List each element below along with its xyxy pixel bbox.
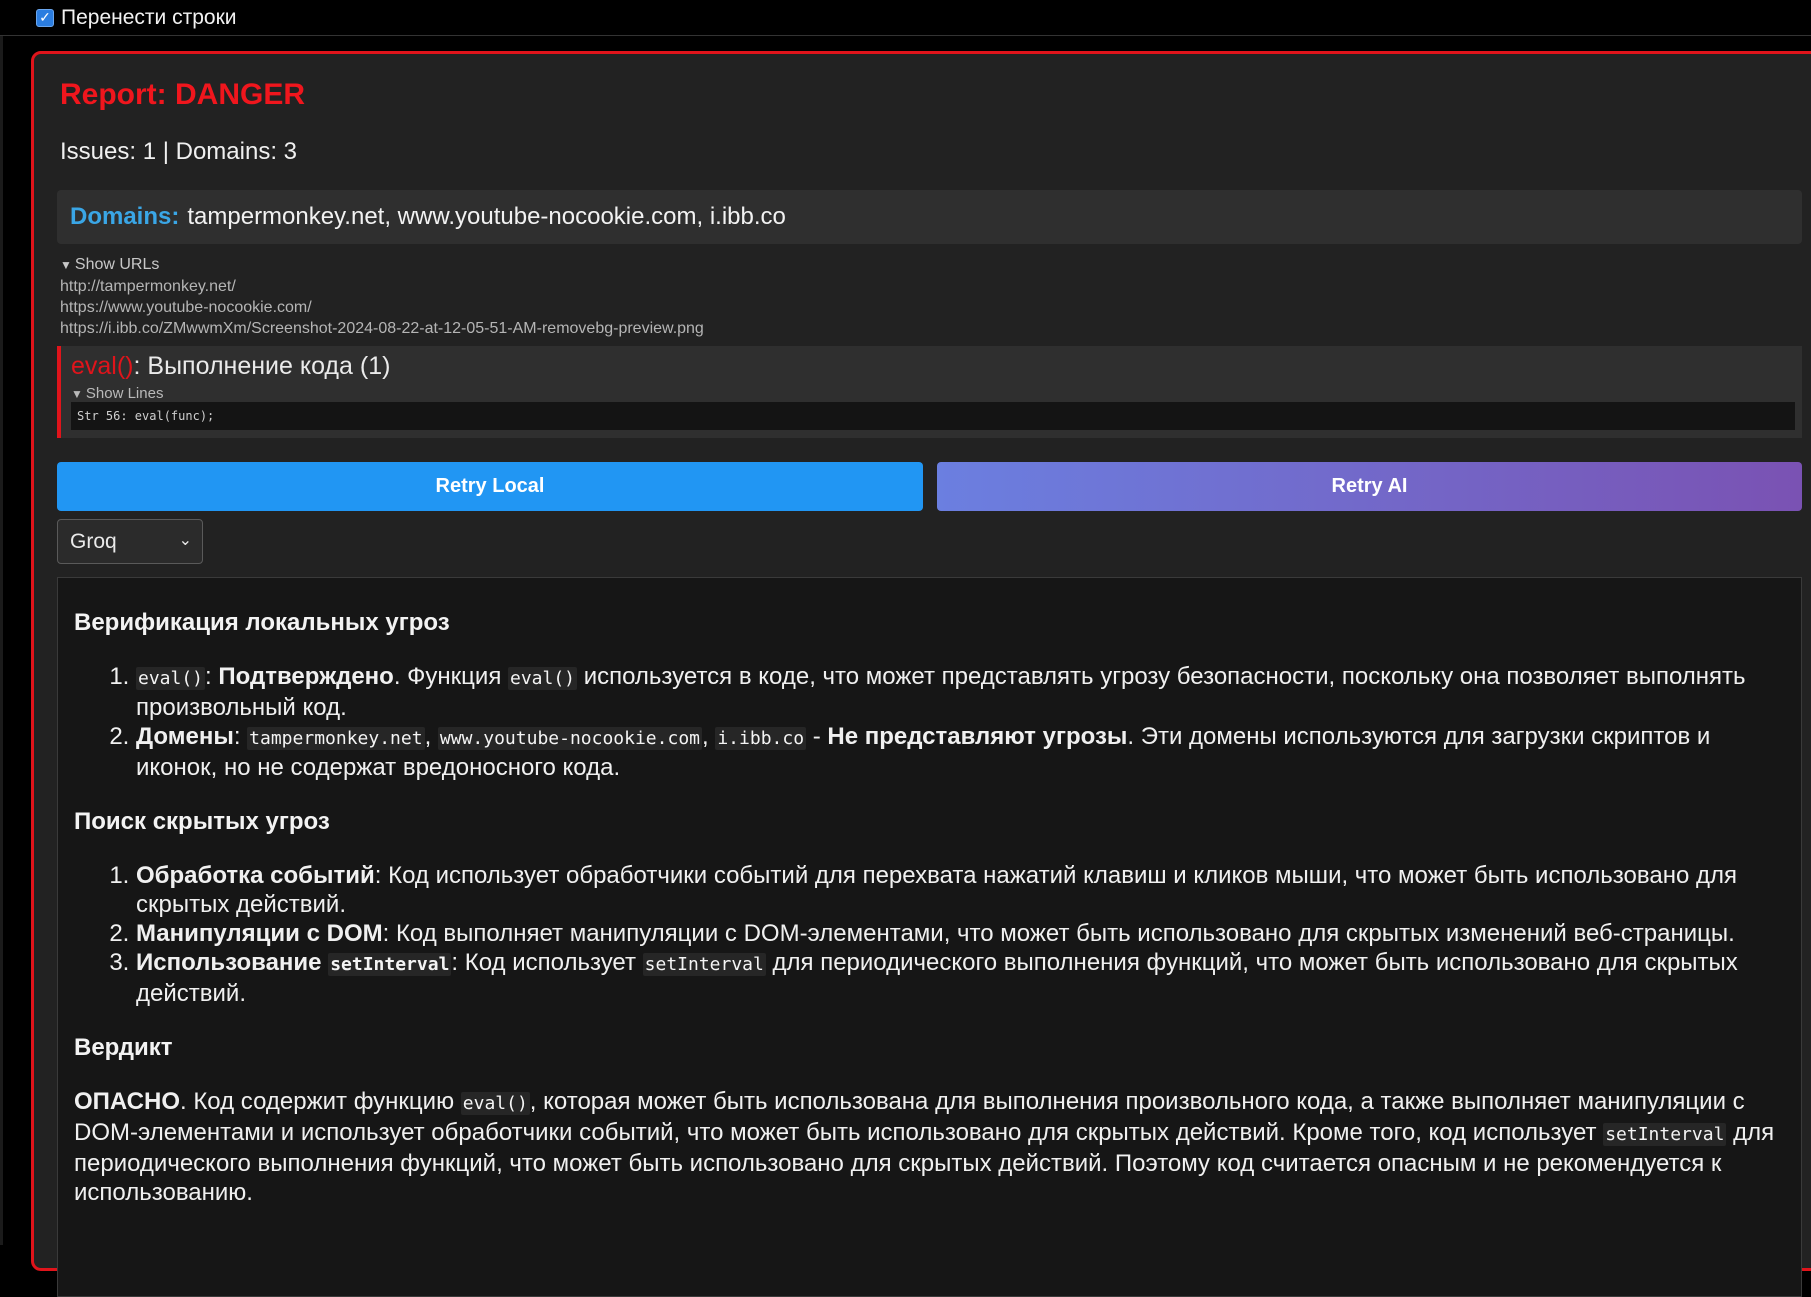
show-urls-toggle[interactable]: ▼ Show URLs [60,254,704,276]
hidden-threats-list: Обработка событий: Код использует обрабо… [136,861,1785,1008]
issue-heading: eval(): Выполнение кода (1) [71,352,390,381]
provider-selected: Groq [70,529,117,553]
domains-value: tampermonkey.net, www.youtube-nocookie.c… [187,203,786,230]
show-urls-label: Show URLs [74,256,160,273]
url-item: https://www.youtube-nocookie.com/ [60,299,312,316]
left-divider [0,36,3,1245]
show-lines-toggle[interactable]: ▼ Show Lines [71,385,163,402]
inline-code: eval() [136,667,206,690]
domains-label: Domains: [70,203,180,230]
triangle-down-icon: ▼ [60,258,72,272]
chevron-down-icon: ⌄ [178,532,192,549]
text: , [702,723,716,750]
inline-code: setInterval [1603,1123,1727,1146]
text: : [233,723,248,750]
wrap-lines-label[interactable]: Перенести строки [61,6,237,30]
bold-text: Подтверждено [218,663,394,690]
inline-code: eval() [460,1092,530,1115]
section-heading: Вердикт [74,1034,173,1061]
issue-title: : Выполнение кода (1) [133,352,391,380]
list-item: Использование setInterval: Код используе… [136,948,1765,1008]
bold-text: Домены [136,723,234,750]
report-panel: Report: DANGER Issues: 1 | Domains: 3 Do… [31,51,1811,1297]
bold-text: ОПАСНО [74,1088,180,1115]
text: : Код выполняет манипуляции с DOM-элемен… [382,920,1735,947]
bold-text: Не представляют угрозы [827,723,1128,750]
urls-details: ▼ Show URLs http://tampermonkey.net/ http… [60,254,704,339]
section-heading: Поиск скрытых угроз [74,808,330,835]
inline-code: setInterval [642,953,766,976]
triangle-down-icon: ▼ [71,387,83,401]
retry-ai-button[interactable]: Retry AI [937,462,1802,511]
inline-code: setInterval [328,953,452,976]
list-item: eval(): Подтверждено. Функция eval() исп… [136,662,1765,722]
text: : Код использует обработчики событий для… [136,862,1737,918]
retry-local-button[interactable]: Retry Local [57,462,923,511]
url-item: https://i.ibb.co/ZMwwmXm/Screenshot-2024… [60,320,704,337]
inline-code: www.youtube-nocookie.com [437,727,702,750]
text: . Код содержит функцию [179,1088,461,1115]
issue-function: eval() [71,352,134,380]
bold-text: Использование [136,949,329,976]
code-line: Str 56: eval(func); [71,402,1795,430]
provider-select[interactable]: Groq ⌄ [57,519,203,564]
section-heading: Верификация локальных угроз [74,609,450,636]
inline-code: eval() [508,667,578,690]
toolbar: ✓ Перенести строки [0,0,1811,36]
show-lines-label: Show Lines [85,385,164,402]
wrap-lines-checkbox[interactable]: ✓ [36,8,54,27]
text: , [424,723,438,750]
report-stats: Issues: 1 | Domains: 3 [60,138,297,165]
analysis-panel: Верификация локальных угроз eval(): Подт… [57,577,1802,1297]
bold-text: Обработка событий [136,862,375,889]
url-item: http://tampermonkey.net/ [60,278,236,295]
local-threats-list: eval(): Подтверждено. Функция eval() исп… [136,662,1785,782]
bold-text: Манипуляции с DOM [136,920,383,947]
text: : [205,663,219,690]
issue-card: eval(): Выполнение кода (1) ▼ Show Lines … [57,346,1802,438]
list-item: Манипуляции с DOM: Код выполняет манипул… [136,919,1765,948]
inline-code: i.ibb.co [715,727,807,750]
text: . Функция [393,663,508,690]
domains-box: Domains: tampermonkey.net, www.youtube-n… [57,190,1802,244]
inline-code: tampermonkey.net [247,727,425,750]
list-item: Домены: tampermonkey.net, www.youtube-no… [136,722,1765,782]
report-title: Report: DANGER [60,78,305,111]
verdict-paragraph: ОПАСНО. Код содержит функцию eval(), кот… [74,1087,1785,1207]
text: : Код использует [451,949,643,976]
list-item: Обработка событий: Код использует обрабо… [136,861,1765,919]
text: - [806,723,828,750]
